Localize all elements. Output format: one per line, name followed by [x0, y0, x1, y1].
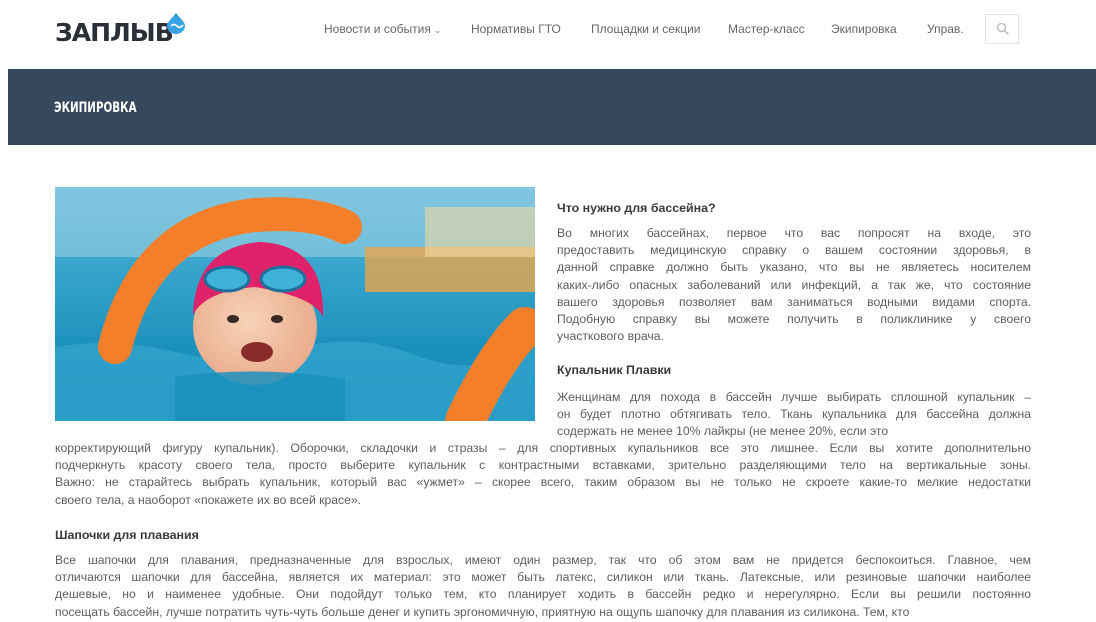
search-icon [996, 22, 1010, 36]
site-header: ЗАПЛЫВ Новости и события ⌄ Нормативы ГТО … [0, 0, 1096, 70]
nav-item-equipment[interactable]: Экипировка [831, 22, 897, 36]
nav-item-news[interactable]: Новости и события ⌄ [324, 22, 441, 36]
site-logo[interactable]: ЗАПЛЫВ [55, 18, 174, 48]
nav-item-masterclass[interactable]: Мастер-класс [728, 22, 805, 36]
section-heading: Купальник Плавки [557, 363, 672, 377]
nav-item-manage[interactable]: Управ. [927, 22, 964, 36]
section-paragraph-cont: корректирующий фигуру купальник). Обороч… [55, 441, 1031, 507]
page-title: ЭКИПИРОВКА [54, 100, 137, 116]
nav-item-gto[interactable]: Нормативы ГТО [471, 22, 561, 36]
search-button[interactable] [985, 14, 1019, 44]
chevron-down-icon: ⌄ [433, 25, 442, 35]
nav-item-venues[interactable]: Площадки и секции [591, 22, 701, 36]
section-paragraph: Женщинам для похода в бассейн лучше выби… [557, 390, 1031, 439]
section-heading: Шапочки для плавания [55, 528, 199, 542]
logo-drop-icon [167, 13, 185, 34]
article-photo [55, 187, 535, 421]
page-title-band: ЭКИПИРОВКА [8, 69, 1096, 145]
section-paragraph: Все шапочки для плавания, предназначенны… [55, 553, 1031, 619]
section-heading: Что нужно для бассейна? [557, 201, 716, 215]
section-paragraph: Во многих бассейнах, первое что вас попр… [557, 226, 1031, 344]
